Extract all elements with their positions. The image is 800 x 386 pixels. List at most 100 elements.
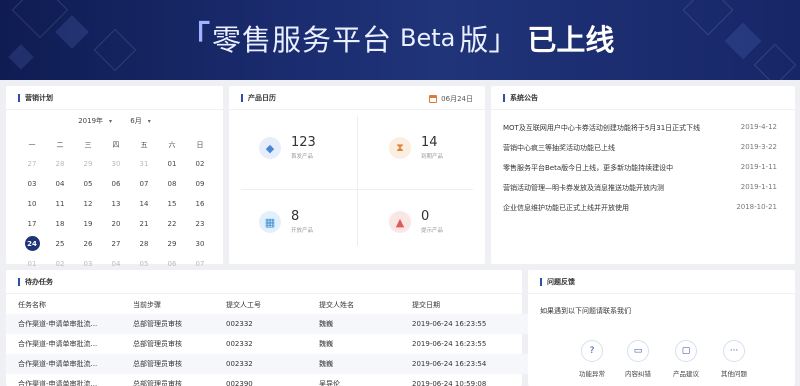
title-accent xyxy=(540,277,542,286)
year-select[interactable]: 2019年 ▾ xyxy=(74,117,116,125)
feedback-option[interactable]: ▢ 产品建议 xyxy=(662,340,710,378)
calendar-day[interactable]: 27 xyxy=(18,158,46,178)
calendar-day[interactable]: 01 xyxy=(158,158,186,178)
calendar-day[interactable]: 27 xyxy=(102,238,130,258)
stat-text: 123 首发产品 xyxy=(291,136,316,160)
column-header: 提交人工号 xyxy=(226,301,261,309)
banner-decoration xyxy=(724,22,762,60)
announcement-item[interactable]: 企业信息维护功能已正式上线并开放使用 2018-10-21 xyxy=(503,203,777,213)
table-cell: 吴导伦 xyxy=(319,380,340,386)
table-cell: 002332 xyxy=(226,320,253,328)
banner-decoration xyxy=(93,28,137,72)
calendar-day[interactable]: 15 xyxy=(158,198,186,218)
table-cell: 合作渠道-申请单审批流... xyxy=(18,380,98,386)
calendar-day[interactable]: 29 xyxy=(158,238,186,258)
weekday-header: 日 xyxy=(196,141,204,149)
column-header: 提交人姓名 xyxy=(319,301,354,309)
calendar-day-number: 03 xyxy=(83,260,93,268)
announcement-date: 2019-4-12 xyxy=(740,123,777,131)
calendar-day[interactable]: 13 xyxy=(102,198,130,218)
table-row[interactable]: 合作渠道-申请单审批流... 总部管理员审核 002390 吴导伦 2019-06-24… xyxy=(6,374,528,386)
product-stat: ◆ 123 首发产品 xyxy=(259,136,316,160)
calendar-day-number: 04 xyxy=(55,180,65,188)
calendar-day[interactable]: 02 xyxy=(186,158,214,178)
stat-label: 首发产品 xyxy=(291,154,314,160)
calendar-day-number: 14 xyxy=(139,200,149,208)
feedback-option[interactable]: ? 功能异常 xyxy=(568,340,616,378)
calendar-day[interactable]: 26 xyxy=(74,238,102,258)
calendar-day[interactable]: 14 xyxy=(130,198,158,218)
table-cell: 合作渠道-申请单审批流... xyxy=(18,320,98,328)
announcement-title: 企业信息维护功能已正式上线并开放使用 xyxy=(503,204,629,212)
calendar-day[interactable]: 25 xyxy=(46,238,74,258)
calendar-day-today[interactable]: 24 xyxy=(18,236,46,258)
calendar-day[interactable]: 03 xyxy=(18,178,46,198)
calendar-day[interactable]: 20 xyxy=(102,218,130,238)
card-header: 待办任务 xyxy=(6,270,522,294)
calendar-day[interactable]: 22 xyxy=(158,218,186,238)
table-cell: 合作渠道-申请单审批流... xyxy=(18,340,98,348)
announcement-item[interactable]: 营销中心疯三等抽奖活动功能已上线 2019-3-22 xyxy=(503,143,777,153)
calendar-day[interactable]: 17 xyxy=(18,218,46,238)
calendar-day[interactable]: 19 xyxy=(74,218,102,238)
calendar-day[interactable]: 06 xyxy=(102,178,130,198)
calendar-day[interactable]: 09 xyxy=(186,178,214,198)
feedback-intro: 如果遇到以下问题请联系我们 xyxy=(540,307,631,315)
message-icon: ▭ xyxy=(627,340,649,362)
calendar-day-number: 25 xyxy=(55,240,65,248)
calendar-day[interactable]: 23 xyxy=(186,218,214,238)
calendar-day-number: 29 xyxy=(167,240,177,248)
announcement-item[interactable]: 零售服务平台Beta版今日上线，更多新功能持续建设中 2019-1-11 xyxy=(503,163,777,173)
calendar-day[interactable]: 18 xyxy=(46,218,74,238)
table-row[interactable]: 合作渠道-申请单审批流... 总部管理员审核 002332 魏巍 2019-06-24 … xyxy=(6,334,528,354)
announcement-item[interactable]: MOT及互联网用户中心卡券活动创建功能将于5月31日正式下线 2019-4-12 xyxy=(503,123,777,133)
calendar-day[interactable]: 08 xyxy=(158,178,186,198)
bell-icon: ▲ xyxy=(389,211,411,233)
month-select[interactable]: 6月 ▾ xyxy=(126,117,154,125)
banner-bracket: 「 xyxy=(180,20,210,55)
card-title: 问题反馈 xyxy=(547,277,575,286)
calendar-day-number: 07 xyxy=(139,180,149,188)
calendar-day[interactable]: 05 xyxy=(74,178,102,198)
calendar-day-number: 08 xyxy=(167,180,177,188)
calendar-day[interactable]: 10 xyxy=(18,198,46,218)
stat-label: 提示产品 xyxy=(421,228,444,234)
calendar-day[interactable]: 21 xyxy=(130,218,158,238)
feedback-option-label: 其他问题 xyxy=(721,370,747,378)
table-cell: 魏巍 xyxy=(319,320,333,328)
calendar-day-number: 13 xyxy=(111,200,121,208)
calendar-day[interactable]: 07 xyxy=(130,178,158,198)
divider xyxy=(357,116,358,246)
card-header: 系统公告 xyxy=(491,86,795,110)
table-row[interactable]: 合作渠道-申请单审批流... 总部管理员审核 002332 魏巍 2019-06-24 … xyxy=(6,354,528,374)
banner-title-main: 零售服务平台 xyxy=(212,23,393,57)
calendar-day[interactable]: 11 xyxy=(46,198,74,218)
announcement-item[interactable]: 营销活动管理—明卡券发放及消息推送功能开放内测 2019-1-11 xyxy=(503,183,777,193)
feedback-option[interactable]: ▭ 内容纠错 xyxy=(614,340,662,378)
calendar-day[interactable]: 12 xyxy=(74,198,102,218)
table-cell: 002390 xyxy=(226,380,253,386)
calendar-day[interactable]: 28 xyxy=(130,238,158,258)
calendar-day[interactable]: 29 xyxy=(74,158,102,178)
calendar-day[interactable]: 16 xyxy=(186,198,214,218)
feedback-card: 问题反馈 如果遇到以下问题请联系我们 ? 功能异常 ▭ 内容纠错 ▢ 产品建议 ··· 其他问题 xyxy=(528,270,795,386)
calendar-day[interactable]: 30 xyxy=(186,238,214,258)
calendar-day[interactable]: 04 xyxy=(46,178,74,198)
feedback-option[interactable]: ··· 其他问题 xyxy=(710,340,758,378)
table-row[interactable]: 合作渠道-申请单审批流... 总部管理员审核 002332 魏巍 2019-06-24 … xyxy=(6,314,528,334)
calendar-day-number: 29 xyxy=(83,160,93,168)
stat-text: 0 提示产品 xyxy=(421,210,443,234)
year-value: 2019年 xyxy=(78,117,104,125)
calendar-grid: 一 二 三 四 五 六 日 27 28 29 30 31 01 02 03 04 05 06 07 08 09 10 11 1… xyxy=(18,138,214,278)
feedback-option-label: 内容纠错 xyxy=(625,370,651,378)
calendar-day-number: 11 xyxy=(55,200,65,208)
announcement-title: MOT及互联网用户中心卡券活动创建功能将于5月31日正式下线 xyxy=(503,124,701,132)
calendar-day[interactable]: 30 xyxy=(102,158,130,178)
calendar-day-number: 07 xyxy=(195,260,205,268)
calendar-day[interactable]: 31 xyxy=(130,158,158,178)
table-cell: 魏巍 xyxy=(319,340,333,348)
calendar-day-number: 05 xyxy=(83,180,93,188)
calendar-day-number: 24 xyxy=(24,236,40,251)
banner-decoration xyxy=(682,0,734,36)
calendar-day[interactable]: 28 xyxy=(46,158,74,178)
